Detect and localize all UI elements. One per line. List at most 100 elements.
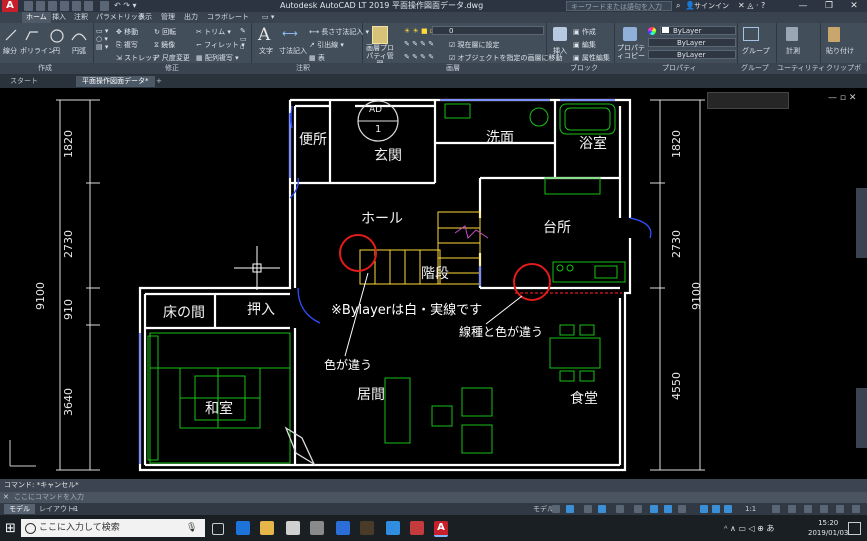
annotation-monitor-icon[interactable] <box>788 505 796 513</box>
app-blue-icon[interactable] <box>336 521 350 535</box>
text-icon[interactable]: A <box>258 25 270 45</box>
panel-label-modify[interactable]: 修正 <box>165 63 179 74</box>
taskbar-clock[interactable]: 15:20 2019/01/03 <box>808 518 848 538</box>
help-search-input[interactable]: キーワードまたは語句を入力 <box>566 1 672 11</box>
close-button[interactable]: ✕ <box>841 0 867 12</box>
workspace-gear-icon[interactable] <box>772 505 780 513</box>
autocad-logo-icon[interactable]: A <box>2 0 18 12</box>
tab-model[interactable]: モデル <box>4 504 35 514</box>
edit-block-button[interactable]: ▣ 編集 <box>573 40 596 50</box>
viewcube[interactable] <box>707 92 789 109</box>
save-as-icon[interactable] <box>60 1 69 11</box>
annotation-scale[interactable]: 1:1 <box>740 504 761 514</box>
tool-palette-strip[interactable] <box>856 188 867 258</box>
web-mobile-icon[interactable] <box>72 1 81 11</box>
ortho-icon[interactable] <box>584 505 592 513</box>
app-red-icon[interactable] <box>410 521 424 535</box>
panel-label-properties[interactable]: プロパティ <box>662 63 697 74</box>
panel-label-utilities[interactable]: ユーティリティ <box>777 63 825 74</box>
restore-button[interactable]: ❐ <box>816 0 842 12</box>
polar-icon[interactable] <box>598 505 606 513</box>
mail-icon[interactable] <box>286 521 300 535</box>
move-button[interactable]: ✥ 移動 <box>116 27 138 37</box>
dimension-icon[interactable]: ⟷ <box>282 27 298 40</box>
save-icon[interactable] <box>48 1 57 11</box>
circle-button[interactable]: 円 <box>53 46 60 56</box>
tab-home[interactable]: ホーム <box>22 12 51 23</box>
autocad-taskbar-icon[interactable]: A <box>434 521 448 537</box>
isolate-objects-icon[interactable] <box>820 505 828 513</box>
modify-extra-icons[interactable]: ✎ ▭ ▫ <box>240 27 247 51</box>
microphone-icon[interactable]: 🎙 <box>186 523 197 533</box>
tab-start[interactable]: スタート <box>4 76 44 87</box>
minimize-button[interactable]: — <box>790 0 816 12</box>
match-properties-icon[interactable] <box>623 27 637 41</box>
media-icon[interactable] <box>360 521 374 535</box>
tab-annotate[interactable]: 注釈 <box>70 12 92 23</box>
tab-insert[interactable]: 挿入 <box>48 12 70 23</box>
object-snap-icon[interactable] <box>650 505 658 513</box>
sign-in-button[interactable]: サインイン <box>694 0 729 12</box>
layer-tools-icons-2[interactable]: ✎ ✎ ✎ ✎ <box>404 53 434 61</box>
grid-icon[interactable] <box>552 505 560 513</box>
ribbon-toggle-icon[interactable]: ▭ ▾ <box>258 12 278 23</box>
lineweight-dropdown[interactable]: ByLayer <box>648 50 736 59</box>
viewport-controls[interactable]: — ▫ ✕ <box>828 93 856 103</box>
customization-icon[interactable] <box>852 505 860 513</box>
text-button[interactable]: 文字 <box>259 46 273 56</box>
notification-icon[interactable] <box>848 522 861 535</box>
drawing-canvas[interactable]: 1820 2730 910 3640 9100 1820 2730 4550 9… <box>0 88 867 478</box>
layer-state-icons[interactable]: ☀ ☀ ■ ▫ <box>404 27 435 35</box>
windows-start-icon[interactable]: ⊞ <box>5 521 16 536</box>
layer-dropdown[interactable]: 0 <box>432 26 544 35</box>
undo-icon[interactable]: ↶ ↷ ▾ <box>114 0 137 12</box>
stretch-button[interactable]: ⇲ ストレッチ <box>116 53 159 63</box>
create-block-button[interactable]: ▣ 作成 <box>573 27 596 37</box>
paste-button[interactable]: 貼り付け <box>826 46 854 56</box>
command-input[interactable]: ここにコマンドを入力 <box>0 492 867 503</box>
match-layer-button[interactable]: ☑ オブジェクトを指定の画層に移動 <box>449 53 563 63</box>
tab-view[interactable]: 表示 <box>134 12 156 23</box>
paste-icon[interactable] <box>828 27 840 42</box>
group-button[interactable]: グループ <box>742 46 770 56</box>
exchange-icon[interactable]: ✕ ◬ · ? <box>738 0 765 12</box>
file-explorer-icon[interactable] <box>260 521 274 535</box>
command-close-icon[interactable]: ✕ <box>3 493 9 501</box>
linetype-dropdown[interactable]: ByLayer <box>648 38 736 47</box>
array-button[interactable]: ▦ 配列複写 ▾ <box>196 53 239 63</box>
ie-icon[interactable] <box>386 521 400 535</box>
edit-attribute-button[interactable]: ▣ 属性編集 <box>573 53 610 63</box>
panel-label-block[interactable]: ブロック <box>570 63 598 74</box>
insert-button[interactable]: 挿入 <box>553 46 567 56</box>
system-tray-icons[interactable]: ᴬ ∧ ▭ ◁ ⊕ あ <box>724 523 774 534</box>
units-icon[interactable] <box>804 505 812 513</box>
plot-icon[interactable] <box>84 1 93 11</box>
mirror-button[interactable]: ⧖ 鏡像 <box>154 40 175 50</box>
trim-button[interactable]: ✂ トリム ▾ <box>196 27 231 37</box>
auto-scale-icon[interactable] <box>724 505 732 513</box>
measure-icon[interactable] <box>786 27 798 41</box>
taskbar-search-input[interactable]: ここに入力して検索 <box>21 519 205 537</box>
add-layout-button[interactable]: + <box>66 504 82 514</box>
arc-button[interactable]: 円弧 <box>72 46 86 56</box>
task-view-icon[interactable] <box>212 523 224 535</box>
selection-cycling-icon[interactable] <box>700 505 708 513</box>
panel-label-layers[interactable]: 画層 <box>446 63 460 74</box>
print-icon[interactable] <box>100 1 109 11</box>
linear-dimension-button[interactable]: ⟷ 長さ寸法記入 ▾ <box>309 27 369 37</box>
open-file-icon[interactable] <box>36 1 45 11</box>
tab-drawing[interactable]: 平面操作図面データ* <box>76 76 155 87</box>
scale-button[interactable]: ⤢ 尺度変更 <box>154 53 190 63</box>
panel-label-groups[interactable]: グループ <box>741 63 769 74</box>
color-wheel-icon[interactable] <box>648 27 656 35</box>
fillet-button[interactable]: ⌐ フィレット ▾ <box>196 40 245 50</box>
new-file-icon[interactable] <box>24 1 33 11</box>
layer-properties-icon[interactable] <box>372 26 388 44</box>
line-button[interactable]: 線分 <box>3 46 17 56</box>
annotation-visibility-icon[interactable] <box>712 505 720 513</box>
panel-label-annotation[interactable]: 注釈 <box>296 63 310 74</box>
color-dropdown[interactable]: ByLayer <box>660 26 736 35</box>
tab-manage[interactable]: 管理 <box>157 12 179 23</box>
copy-button[interactable]: ⎘ 複写 <box>116 40 138 50</box>
make-current-button[interactable]: ☑ 現在層に設定 <box>449 40 500 50</box>
